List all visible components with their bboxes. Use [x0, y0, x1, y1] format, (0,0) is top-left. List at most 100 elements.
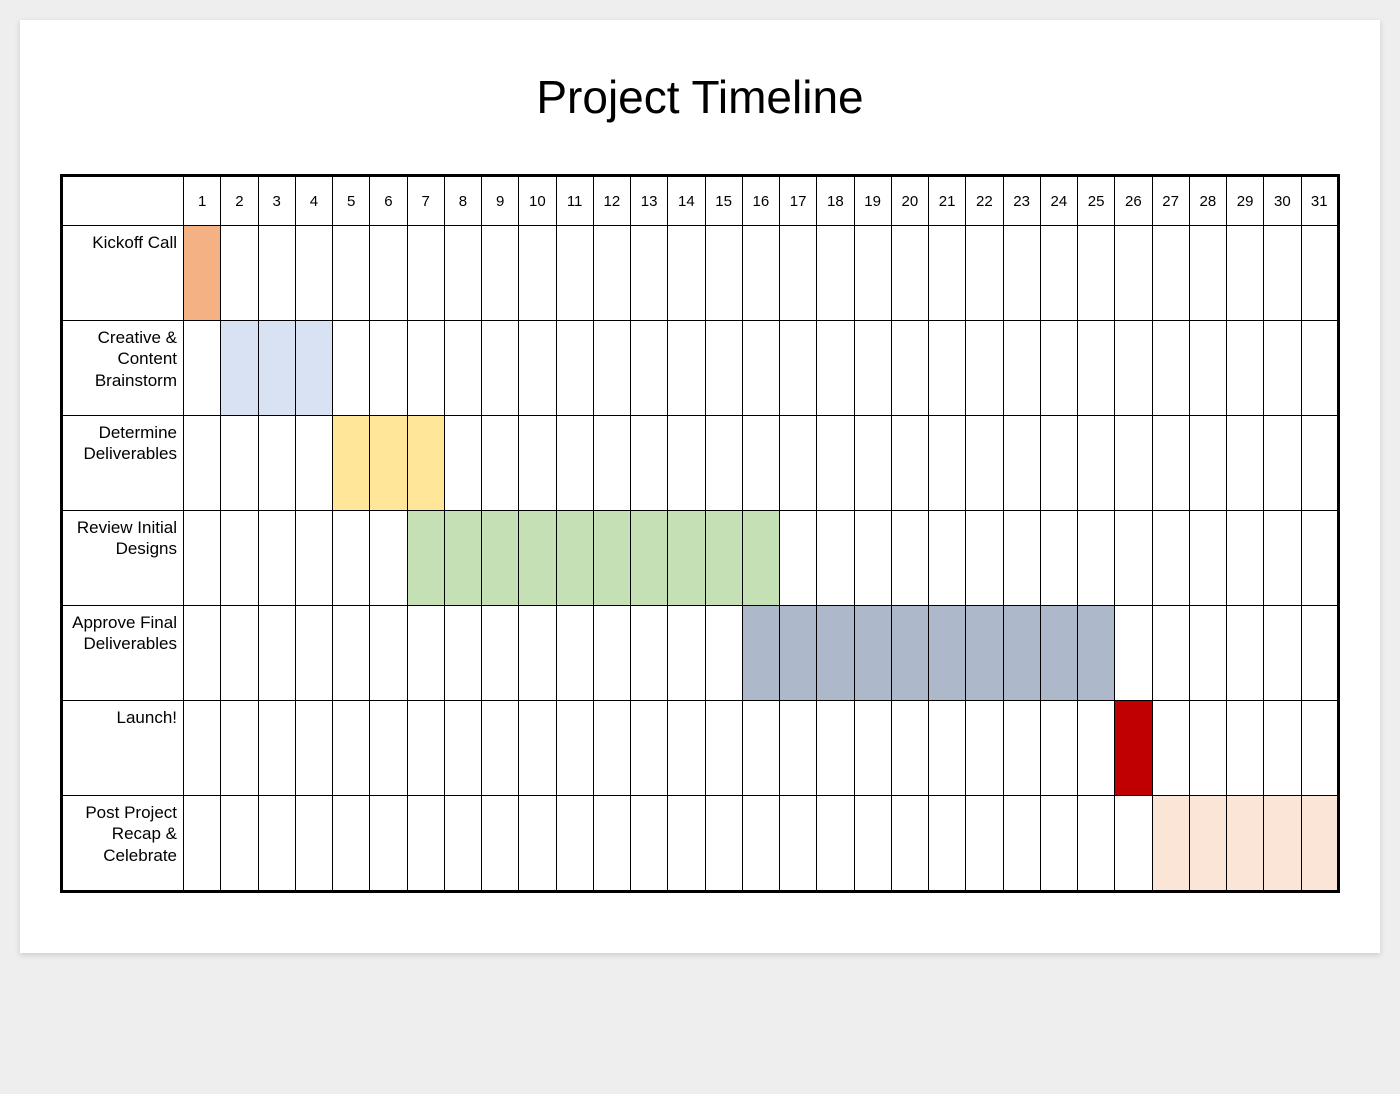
gantt-cell: [444, 796, 481, 892]
gantt-cell: [1115, 226, 1152, 321]
gantt-cell: [1264, 701, 1301, 796]
gantt-cell: [1301, 796, 1339, 892]
gantt-cell: [1040, 416, 1077, 511]
gantt-cell: [1003, 226, 1040, 321]
gantt-cell: [1227, 796, 1264, 892]
gantt-cell: [854, 321, 891, 416]
gantt-cell: [556, 226, 593, 321]
gantt-day-header: 11: [556, 176, 593, 226]
gantt-day-header: 21: [929, 176, 966, 226]
gantt-cell: [1003, 701, 1040, 796]
gantt-cell: [1152, 226, 1189, 321]
gantt-header-row: 1234567891011121314151617181920212223242…: [62, 176, 1339, 226]
gantt-cell: [295, 796, 332, 892]
gantt-day-header: 12: [593, 176, 630, 226]
gantt-cell: [891, 226, 928, 321]
gantt-cell: [1003, 321, 1040, 416]
gantt-cell: [1078, 606, 1115, 701]
gantt-cell: [407, 416, 444, 511]
gantt-cell: [444, 606, 481, 701]
gantt-cell: [333, 606, 370, 701]
gantt-cell: [1227, 511, 1264, 606]
gantt-day-header: 29: [1227, 176, 1264, 226]
gantt-cell: [295, 701, 332, 796]
gantt-cell: [221, 511, 258, 606]
gantt-cell: [482, 226, 519, 321]
gantt-cell: [1003, 606, 1040, 701]
gantt-cell: [631, 796, 668, 892]
gantt-cell: [258, 511, 295, 606]
gantt-row: Determine Deliverables: [62, 416, 1339, 511]
gantt-cell: [1003, 796, 1040, 892]
gantt-day-header: 9: [482, 176, 519, 226]
gantt-cell: [631, 701, 668, 796]
gantt-cell: [370, 226, 407, 321]
gantt-cell: [929, 701, 966, 796]
gantt-cell: [370, 701, 407, 796]
gantt-cell: [1301, 511, 1339, 606]
gantt-cell: [556, 796, 593, 892]
gantt-cell: [1189, 226, 1226, 321]
gantt-cell: [1189, 511, 1226, 606]
gantt-cell: [482, 416, 519, 511]
gantt-cell: [742, 416, 779, 511]
gantt-day-header: 16: [742, 176, 779, 226]
gantt-cell: [668, 226, 705, 321]
gantt-cell: [407, 511, 444, 606]
gantt-cell: [1227, 606, 1264, 701]
gantt-day-header: 25: [1078, 176, 1115, 226]
gantt-cell: [593, 226, 630, 321]
gantt-day-header: 19: [854, 176, 891, 226]
gantt-cell: [444, 321, 481, 416]
gantt-cell: [407, 606, 444, 701]
gantt-cell: [1115, 796, 1152, 892]
gantt-cell: [631, 226, 668, 321]
gantt-day-header: 8: [444, 176, 481, 226]
gantt-task-label: Review Initial Designs: [62, 511, 184, 606]
gantt-cell: [1078, 511, 1115, 606]
document-page: Project Timeline 12345678910111213141516…: [20, 20, 1380, 953]
gantt-cell: [854, 511, 891, 606]
gantt-cell: [1152, 416, 1189, 511]
gantt-cell: [333, 226, 370, 321]
gantt-cell: [780, 416, 817, 511]
gantt-cell: [1040, 226, 1077, 321]
gantt-body: Kickoff CallCreative & Content Brainstor…: [62, 226, 1339, 892]
gantt-cell: [556, 701, 593, 796]
gantt-day-header: 28: [1189, 176, 1226, 226]
gantt-day-header: 15: [705, 176, 742, 226]
gantt-cell: [370, 416, 407, 511]
gantt-cell: [1301, 701, 1339, 796]
gantt-task-label: Determine Deliverables: [62, 416, 184, 511]
gantt-cell: [668, 321, 705, 416]
gantt-cell: [1189, 321, 1226, 416]
gantt-cell: [1078, 701, 1115, 796]
gantt-cell: [333, 796, 370, 892]
gantt-cell: [519, 701, 556, 796]
gantt-day-header: 26: [1115, 176, 1152, 226]
gantt-cell: [1189, 416, 1226, 511]
gantt-cell: [258, 796, 295, 892]
gantt-cell: [1003, 416, 1040, 511]
gantt-cell: [519, 796, 556, 892]
gantt-cell: [668, 796, 705, 892]
gantt-cell: [482, 511, 519, 606]
gantt-cell: [1301, 416, 1339, 511]
gantt-cell: [1078, 321, 1115, 416]
gantt-cell: [705, 701, 742, 796]
gantt-cell: [258, 606, 295, 701]
gantt-cell: [891, 321, 928, 416]
gantt-cell: [705, 321, 742, 416]
gantt-cell: [668, 416, 705, 511]
gantt-cell: [966, 701, 1003, 796]
gantt-cell: [1152, 321, 1189, 416]
gantt-cell: [742, 606, 779, 701]
gantt-cell: [742, 701, 779, 796]
gantt-cell: [482, 606, 519, 701]
gantt-cell: [407, 321, 444, 416]
gantt-cell: [519, 321, 556, 416]
gantt-cell: [184, 511, 221, 606]
gantt-cell: [407, 796, 444, 892]
gantt-cell: [1115, 511, 1152, 606]
gantt-cell: [295, 416, 332, 511]
